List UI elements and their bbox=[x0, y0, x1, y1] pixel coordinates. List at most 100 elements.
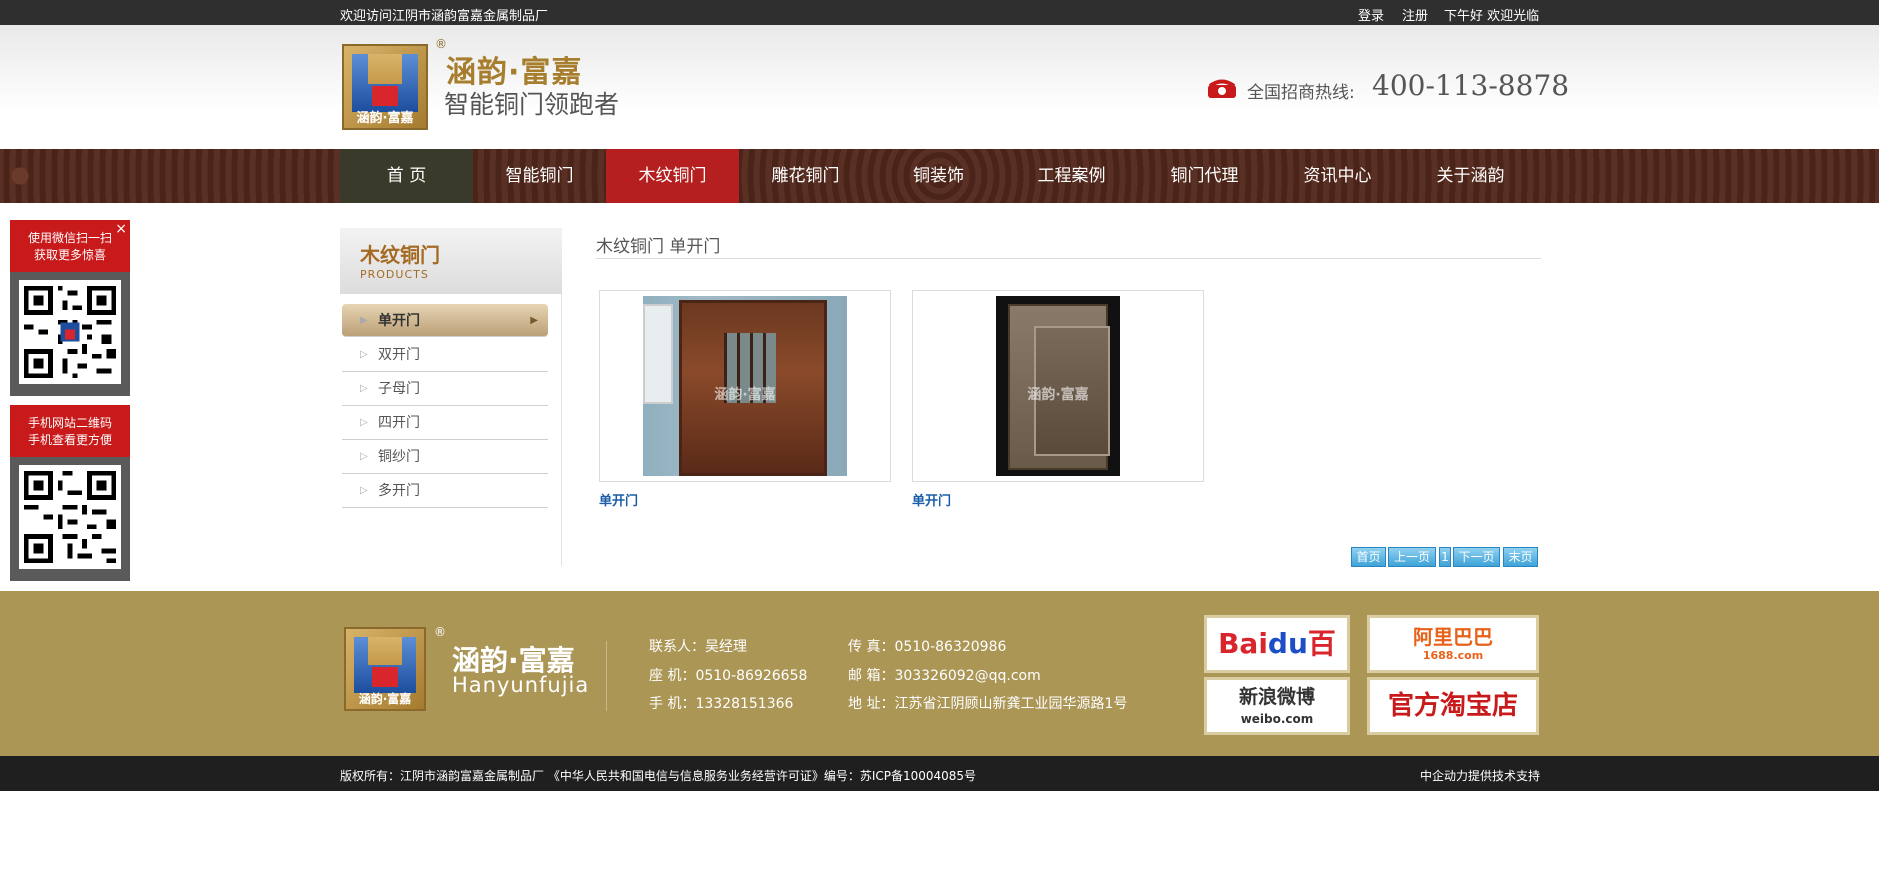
bottom-bar: 版权所有：江阴市涵韵富嘉金属制品厂 《中华人民共和国电信与信息服务业务经营许可证… bbox=[0, 756, 1879, 791]
hotline-number: 400-113-8878 bbox=[1372, 69, 1570, 102]
wechat-qr-float: 使用微信扫一扫 获取更多惊喜 × bbox=[10, 220, 130, 396]
mobile-qr-float: 手机网站二维码 手机查看更方便 bbox=[10, 405, 130, 581]
weibo-text: 新浪微博 bbox=[1238, 686, 1315, 708]
taobao-link[interactable]: 官方淘宝店 bbox=[1367, 677, 1539, 735]
alibaba-subtext: 1688.com bbox=[1422, 649, 1484, 662]
mobile-qr-line2: 手机查看更方便 bbox=[27, 433, 112, 447]
chevron-right-icon: ▷ bbox=[360, 451, 368, 462]
register-link[interactable]: 注册 bbox=[1402, 5, 1428, 24]
alibaba-link[interactable]: 阿里巴巴 1688.com bbox=[1367, 615, 1539, 673]
logo-mark-red bbox=[372, 667, 398, 687]
logo-mark-gap bbox=[368, 637, 402, 665]
sidebar-title: 木纹铜门 bbox=[360, 243, 440, 267]
landline: 座 机：0510-86926658 bbox=[649, 668, 808, 684]
sidebar-item-label: 子母门 bbox=[378, 381, 420, 397]
sidebar-item-label: 四开门 bbox=[378, 415, 420, 431]
sidebar-item-screen-door[interactable]: ▷ 铜纱门 bbox=[342, 440, 548, 474]
weibo-link[interactable]: 新浪微博 weibo.com bbox=[1204, 677, 1350, 735]
mobile-qr-code bbox=[19, 465, 121, 569]
watermark-text: 涵韵·富嘉 bbox=[714, 387, 776, 403]
baidu-link[interactable]: Baidu百度 bbox=[1204, 615, 1350, 712]
logo[interactable]: 涵韵·富嘉 bbox=[342, 44, 428, 130]
mobile-qr-line1: 手机网站二维码 bbox=[27, 416, 112, 430]
chevron-right-icon: ▷ bbox=[360, 383, 368, 394]
product-card[interactable]: 涵韵·富嘉 bbox=[599, 290, 891, 482]
product-card[interactable]: 涵韵·富嘉 bbox=[912, 290, 1204, 482]
logo-mark-red bbox=[372, 86, 398, 106]
breadcrumb: 木纹铜门 单开门 bbox=[596, 237, 721, 257]
chevron-right-icon: ▷ bbox=[360, 349, 368, 360]
wechat-qr-code bbox=[19, 280, 121, 384]
logo-mark-gap bbox=[368, 54, 402, 84]
taobao-text: 官方淘宝店 bbox=[1387, 691, 1518, 721]
product-image[interactable]: 涵韵·富嘉 bbox=[996, 296, 1120, 476]
greeting-text: 下午好 欢迎光临 bbox=[1444, 9, 1540, 24]
chevron-right-icon: ▶ bbox=[530, 315, 538, 326]
chevron-right-icon: ▷ bbox=[360, 417, 368, 428]
footer-logo: 涵韵·富嘉 bbox=[344, 627, 426, 711]
chevron-right-icon: ▷ bbox=[360, 485, 368, 496]
logo-text: 涵韵·富嘉 bbox=[356, 111, 414, 126]
nav-item-smart-door[interactable]: 智能铜门 bbox=[473, 149, 606, 203]
phone-icon bbox=[1208, 79, 1236, 98]
footer-divider bbox=[606, 641, 607, 711]
hotline-label: 全国招商热线: bbox=[1247, 83, 1355, 103]
pager-prev-button[interactable]: 上一页 bbox=[1388, 547, 1436, 567]
nav-item-copper-decor[interactable]: 铜装饰 bbox=[872, 149, 1005, 203]
nav-item-about[interactable]: 关于涵韵 bbox=[1404, 149, 1537, 203]
nav-item-home[interactable]: 首 页 bbox=[340, 149, 473, 203]
nav-item-cases[interactable]: 工程案例 bbox=[1005, 149, 1138, 203]
pager-last-button[interactable]: 末页 bbox=[1503, 547, 1538, 567]
mobile-qr-title: 手机网站二维码 手机查看更方便 bbox=[10, 405, 130, 457]
sidebar-item-label: 双开门 bbox=[378, 347, 420, 363]
pager-first-button[interactable]: 首页 bbox=[1351, 547, 1386, 567]
sidebar-item-mother-son-door[interactable]: ▷ 子母门 bbox=[342, 372, 548, 406]
product-image[interactable]: 涵韵·富嘉 bbox=[643, 296, 847, 476]
site-footer: 涵韵·富嘉 ® 涵韵·富嘉 Hanyunfujia 联系人：吴经理 座 机：05… bbox=[0, 591, 1879, 756]
footer-brand-en: Hanyunfujia bbox=[452, 673, 590, 697]
wechat-qr-line1: 使用微信扫一扫 bbox=[27, 231, 112, 245]
baidu-text-a: Bai bbox=[1218, 627, 1268, 660]
mobile-phone: 手 机：13328151366 bbox=[649, 696, 794, 712]
login-link[interactable]: 登录 bbox=[1358, 5, 1384, 24]
footer-logo-text: 涵韵·富嘉 bbox=[358, 692, 412, 706]
wechat-qr-line2: 获取更多惊喜 bbox=[33, 248, 106, 262]
contact-person: 联系人：吴经理 bbox=[649, 639, 747, 655]
top-bar: 欢迎访问江阴市涵韵富嘉金属制品厂 登录 注册 下午好 欢迎光临 bbox=[0, 0, 1879, 25]
registered-mark: ® bbox=[434, 625, 446, 639]
breadcrumb-divider bbox=[596, 258, 1541, 259]
sidebar-header: 木纹铜门 PRODUCTS bbox=[340, 228, 562, 294]
sidebar-item-label: 单开门 bbox=[378, 313, 420, 329]
sidebar-item-single-door[interactable]: ▶ 单开门 ▶ bbox=[342, 304, 548, 337]
site-header: 涵韵·富嘉 ® 涵韵·富嘉 智能铜门领跑者 全国招商热线: 400-113-88… bbox=[0, 25, 1879, 149]
close-icon[interactable]: × bbox=[115, 221, 127, 237]
pager-next-button[interactable]: 下一页 bbox=[1453, 547, 1500, 567]
alibaba-text: 阿里巴巴 bbox=[1413, 625, 1493, 649]
sidebar-item-double-door[interactable]: ▷ 双开门 bbox=[342, 338, 548, 372]
tech-support-link[interactable]: 中企动力提供技术支持 bbox=[1420, 767, 1540, 784]
sidebar-item-four-door[interactable]: ▷ 四开门 bbox=[342, 406, 548, 440]
nav-item-news[interactable]: 资讯中心 bbox=[1271, 149, 1404, 203]
chevron-right-icon: ▶ bbox=[360, 315, 368, 326]
main-nav: 首 页 智能铜门 木纹铜门 雕花铜门 铜装饰 工程案例 铜门代理 资讯中心 关于… bbox=[0, 149, 1879, 203]
pager-current-page[interactable]: 1 bbox=[1439, 547, 1451, 567]
nav-item-agency[interactable]: 铜门代理 bbox=[1138, 149, 1271, 203]
welcome-text: 欢迎访问江阴市涵韵富嘉金属制品厂 bbox=[340, 9, 549, 24]
product-name-link[interactable]: 单开门 bbox=[912, 490, 951, 509]
nav-item-carved-door[interactable]: 雕花铜门 bbox=[739, 149, 872, 203]
product-sidebar: 木纹铜门 PRODUCTS ▶ 单开门 ▶ ▷ 双开门 ▷ 子母门 ▷ 四开门 … bbox=[340, 228, 562, 566]
nav-item-woodgrain-door[interactable]: 木纹铜门 bbox=[606, 149, 739, 203]
watermark-text: 涵韵·富嘉 bbox=[1027, 387, 1089, 403]
sidebar-subtitle: PRODUCTS bbox=[360, 268, 429, 281]
sidebar-item-multi-door[interactable]: ▷ 多开门 bbox=[342, 474, 548, 508]
product-name-link[interactable]: 单开门 bbox=[599, 490, 638, 509]
sidebar-item-label: 铜纱门 bbox=[378, 449, 420, 465]
copyright-text: 版权所有：江阴市涵韵富嘉金属制品厂 《中华人民共和国电信与信息服务业务经营许可证… bbox=[340, 769, 977, 783]
slogan: 智能铜门领跑者 bbox=[444, 90, 620, 119]
wechat-qr-title: 使用微信扫一扫 获取更多惊喜 bbox=[10, 220, 130, 272]
fax: 传 真：0510-86320986 bbox=[848, 639, 1007, 655]
sidebar-item-label: 多开门 bbox=[378, 483, 420, 499]
address: 地 址：江苏省江阴顾山新龚工业园华源路1号 bbox=[848, 696, 1128, 712]
weibo-subtext: weibo.com bbox=[1240, 712, 1314, 726]
email: 邮 箱：303326092@qq.com bbox=[848, 668, 1041, 684]
